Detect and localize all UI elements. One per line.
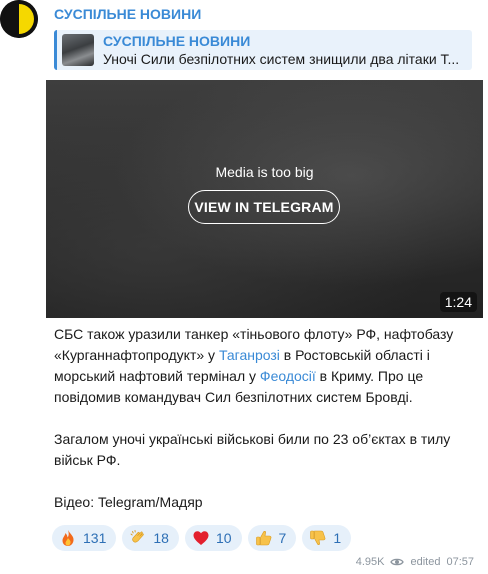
- channel-avatar[interactable]: [0, 0, 38, 38]
- reply-title: СУСПІЛЬНЕ НОВИНИ: [103, 33, 251, 49]
- reaction-count: 7: [278, 530, 287, 546]
- view-count: 4.95K: [355, 556, 385, 568]
- reaction-count: 18: [153, 530, 169, 546]
- clapping-hands-icon: [130, 530, 145, 543]
- reaction-fire[interactable]: 131: [52, 525, 117, 551]
- message-paragraph-2: Загалом уночі українські військові били …: [54, 431, 451, 468]
- reaction-thumbs-down[interactable]: 1: [302, 525, 352, 551]
- link-feodosia[interactable]: Феодосії: [260, 368, 316, 384]
- message-paragraph-1: СБС також уразили танкер «тіньового флот…: [54, 324, 479, 408]
- reaction-clapping-hands[interactable]: 18: [122, 525, 179, 551]
- link-taganrog[interactable]: Таганрозі: [219, 347, 280, 363]
- reaction-count: 131: [83, 530, 107, 546]
- channel-name[interactable]: СУСПІЛЬНЕ НОВИНИ: [54, 6, 201, 22]
- reply-preview[interactable]: СУСПІЛЬНЕ НОВИНИ Уночі Сили безпілотних …: [54, 30, 472, 70]
- message-meta: 4.95K edited 07:57: [356, 556, 474, 568]
- reply-thumbnail: [62, 34, 94, 66]
- view-in-telegram-button[interactable]: VIEW IN TELEGRAM: [188, 190, 340, 224]
- reply-text: Уночі Сили безпілотних систем знищили дв…: [103, 51, 460, 67]
- avatar-logo-icon: [0, 0, 38, 38]
- message-text: СБС також уразили танкер «тіньового флот…: [54, 324, 479, 513]
- reaction-thumbs-up[interactable]: 7: [247, 525, 297, 551]
- message-paragraph-3: Відео: Telegram/Мадяр: [54, 494, 203, 510]
- thumbs-down-icon: [310, 530, 326, 545]
- eye-icon: [390, 558, 405, 566]
- media-too-big-message: Media is too big: [215, 164, 314, 180]
- edited-label: edited: [410, 556, 441, 568]
- fire-icon: [62, 530, 74, 546]
- reactions-bar: 131 18 10 7 1: [52, 525, 352, 551]
- video-duration: 1:24: [439, 292, 477, 312]
- message-time: 07:57: [446, 556, 474, 568]
- red-heart-icon: [193, 531, 209, 545]
- thumbs-up-icon: [255, 531, 271, 546]
- reaction-count: 10: [215, 530, 232, 546]
- reaction-count: 1: [333, 530, 342, 546]
- video-preview[interactable]: Media is too big VIEW IN TELEGRAM 1:24: [46, 80, 483, 318]
- message-bubble: СУСПІЛЬНЕ НОВИНИ СУСПІЛЬНЕ НОВИНИ Уночі …: [46, 0, 484, 574]
- reaction-red-heart[interactable]: 10: [184, 525, 242, 551]
